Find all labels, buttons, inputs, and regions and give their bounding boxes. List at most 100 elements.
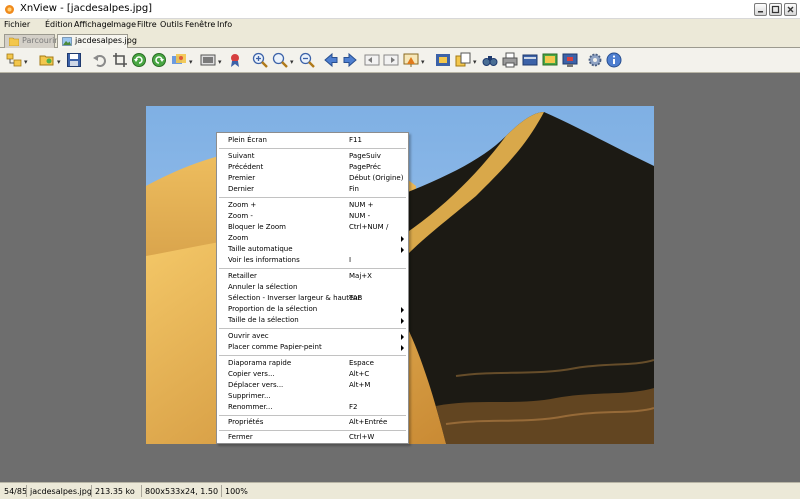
- menu-item-taille-selection[interactable]: Taille de la sélection: [217, 315, 408, 326]
- scan-icon: [522, 54, 538, 66]
- menu-item-suivant[interactable]: Suivant PageSuiv: [217, 151, 408, 162]
- minimize-button[interactable]: [754, 3, 767, 16]
- menu-item-premier[interactable]: Premier Début (Origine): [217, 173, 408, 184]
- dropdown-arrow-icon: ▾: [189, 58, 193, 66]
- menu-separator: [219, 430, 406, 431]
- tab-label: jacdesalpes.jpg: [75, 36, 137, 45]
- menu-item-proprietes[interactable]: Propriétés Alt+Entrée: [217, 417, 408, 428]
- menu-image[interactable]: Image: [111, 20, 136, 29]
- menu-item-supprimer[interactable]: Supprimer...: [217, 391, 408, 402]
- zoom-in-button[interactable]: [252, 52, 268, 68]
- menu-outils[interactable]: Outils: [160, 20, 183, 29]
- menu-fichier[interactable]: Fichier: [4, 20, 30, 29]
- menu-item-taille-automatique[interactable]: Taille automatique: [217, 244, 408, 255]
- tab-jacdesalpes[interactable]: jacdesalpes.jpg: [57, 34, 137, 48]
- menu-item-renommer[interactable]: Renommer... F2: [217, 402, 408, 413]
- context-menu: Plein Écran F11 Suivant PageSuiv Précédent…: [216, 132, 409, 444]
- menu-separator: [219, 355, 406, 356]
- tab-bar: Parcourir jacdesalpes.jpg: [0, 32, 800, 48]
- effects-button[interactable]: [227, 52, 243, 68]
- menu-item-plein-ecran[interactable]: Plein Écran F11: [217, 135, 408, 146]
- fullscreen-button[interactable]: [435, 52, 451, 68]
- menu-item-retailler[interactable]: Retailler Maj+X: [217, 271, 408, 282]
- close-button[interactable]: [784, 3, 797, 16]
- zoom-button[interactable]: ▾: [272, 52, 294, 68]
- crop-icon: [113, 53, 127, 67]
- menu-item-annuler-selection[interactable]: Annuler la sélection: [217, 282, 408, 293]
- menu-item-copier-vers[interactable]: Copier vers... Alt+C: [217, 369, 408, 380]
- rotate-left-button[interactable]: [131, 52, 147, 68]
- undo-button[interactable]: [92, 52, 108, 68]
- previous-button[interactable]: [323, 52, 339, 68]
- menu-affichage[interactable]: Affichage: [74, 20, 112, 29]
- adjust-button[interactable]: ▾: [171, 52, 193, 68]
- menu-item-papier-peint[interactable]: Placer comme Papier-peint: [217, 342, 408, 353]
- image-icon: [62, 37, 72, 46]
- menu-fenetre[interactable]: Fenêtre: [185, 20, 215, 29]
- rotate-right-button[interactable]: [151, 52, 167, 68]
- menu-filtre[interactable]: Filtre: [137, 20, 157, 29]
- menu-item-inverser-selection[interactable]: Sélection - Inverser largeur & hauteur TA…: [217, 293, 408, 304]
- status-divider: [221, 485, 222, 497]
- copy-button[interactable]: ▾: [455, 52, 477, 68]
- status-filename: jacdesalpes.jpg: [30, 487, 92, 496]
- menu-item-zoom-plus[interactable]: Zoom + NUM +: [217, 200, 408, 211]
- dropdown-arrow-icon: ▾: [473, 58, 477, 66]
- menu-item-zoom-minus[interactable]: Zoom - NUM -: [217, 211, 408, 222]
- print-button[interactable]: [502, 52, 518, 68]
- window-title: XnView - [jacdesalpes.jpg]: [20, 3, 153, 14]
- menu-item-proportion-selection[interactable]: Proportion de la sélection: [217, 304, 408, 315]
- dropdown-arrow-icon: ▾: [57, 58, 61, 66]
- slideshow-button[interactable]: ▾: [403, 52, 425, 68]
- rotate-left-icon: [132, 53, 146, 67]
- print-icon: [502, 52, 518, 68]
- first-button[interactable]: [364, 52, 380, 68]
- menu-item-zoom[interactable]: Zoom: [217, 233, 408, 244]
- menu-item-deplacer-vers[interactable]: Déplacer vers... Alt+M: [217, 380, 408, 391]
- menu-item-ouvrir-avec[interactable]: Ouvrir avec: [217, 331, 408, 342]
- submenu-arrow-icon: [401, 247, 404, 253]
- submenu-arrow-icon: [401, 334, 404, 340]
- browser-icon: [6, 53, 22, 67]
- menu-edition[interactable]: Édition: [45, 20, 73, 29]
- next-button[interactable]: [342, 52, 358, 68]
- zoom-in-icon: [252, 52, 268, 68]
- maximize-button[interactable]: [769, 3, 782, 16]
- menu-info[interactable]: Info: [217, 20, 232, 29]
- zoom-out-button[interactable]: [299, 52, 315, 68]
- info-button[interactable]: [606, 52, 622, 68]
- menu-item-diaporama[interactable]: Diaporama rapide Espace: [217, 358, 408, 369]
- previous-icon: [324, 52, 338, 68]
- menu-item-dernier[interactable]: Dernier Fin: [217, 184, 408, 195]
- menu-item-precedent[interactable]: Précédent PagePréc: [217, 162, 408, 173]
- tab-parcourir[interactable]: Parcourir: [4, 34, 58, 48]
- wallpaper-button[interactable]: [562, 52, 578, 68]
- capture-icon: [542, 53, 558, 66]
- save-button[interactable]: [66, 52, 82, 68]
- status-position: 54/85: [4, 487, 28, 496]
- menu-item-bloquer-zoom[interactable]: Bloquer le Zoom Ctrl+NUM /: [217, 222, 408, 233]
- browser-button[interactable]: ▾: [6, 52, 28, 68]
- capture-button[interactable]: [542, 52, 558, 68]
- fit-button[interactable]: ▾: [200, 52, 222, 68]
- tab-label: Parcourir: [22, 36, 58, 45]
- menu-bar: Fichier Édition Affichage Image Filtre O…: [0, 19, 800, 32]
- find-button[interactable]: [482, 52, 498, 68]
- last-button[interactable]: [383, 52, 399, 68]
- menu-item-voir-informations[interactable]: Voir les informations I: [217, 255, 408, 266]
- crop-button[interactable]: [112, 52, 128, 68]
- status-zoom: 100%: [225, 487, 248, 496]
- submenu-arrow-icon: [401, 236, 404, 242]
- open-button[interactable]: ▾: [39, 52, 61, 68]
- title-bar: XnView - [jacdesalpes.jpg]: [0, 0, 800, 19]
- info-icon: [606, 52, 622, 68]
- image-viewer[interactable]: Plein Écran F11 Suivant PageSuiv Précédent…: [0, 73, 800, 482]
- minimize-icon: [758, 11, 763, 13]
- dropdown-arrow-icon: ▾: [24, 58, 28, 66]
- menu-item-fermer[interactable]: Fermer Ctrl+W: [217, 432, 408, 443]
- close-icon: [787, 6, 794, 13]
- settings-button[interactable]: [587, 52, 603, 68]
- xnview-app-icon: [5, 5, 14, 14]
- wallpaper-icon: [562, 53, 578, 67]
- scan-button[interactable]: [522, 52, 538, 68]
